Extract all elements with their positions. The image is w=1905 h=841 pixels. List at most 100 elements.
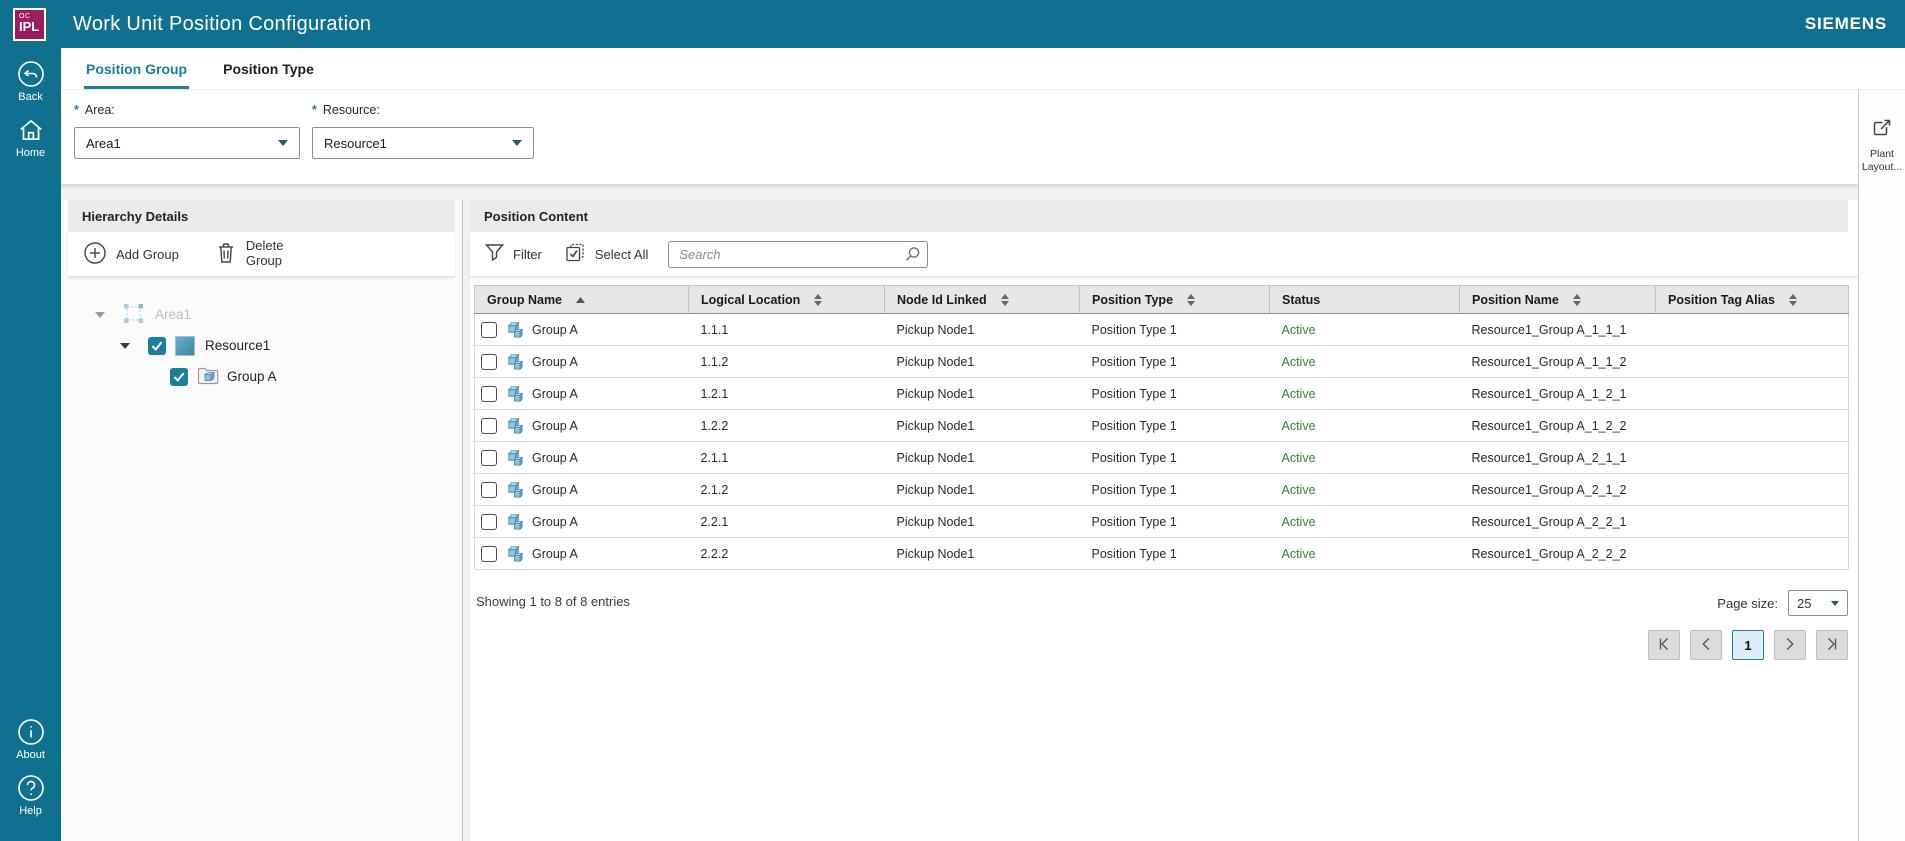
column-header[interactable]: Position Name: [1459, 285, 1656, 314]
about-button[interactable]: About: [16, 718, 45, 761]
plant-layout-label: Plant Layout...: [1861, 148, 1903, 173]
help-button[interactable]: Help: [17, 774, 45, 817]
last-page-button[interactable]: [1816, 630, 1848, 660]
column-header[interactable]: Position Type: [1079, 285, 1270, 314]
cell-logical-location: 1.1.1: [700, 322, 729, 337]
table-row[interactable]: Group A 1.2.2 Pickup Node1 Position Type 1 A…: [474, 409, 1849, 442]
resource-select[interactable]: Resource1: [312, 127, 534, 159]
home-label: Home: [15, 147, 46, 159]
tree-item-area[interactable]: Area1: [68, 299, 455, 330]
cell-position-type: Position Type 1: [1091, 354, 1177, 369]
tree-item-group[interactable]: Group A: [68, 361, 455, 392]
area-select[interactable]: Area1: [74, 127, 300, 159]
position-group-icon: [505, 480, 524, 499]
table-row[interactable]: Group A 2.2.1 Pickup Node1 Position Type 1 A…: [474, 505, 1849, 538]
row-checkbox[interactable]: [481, 481, 497, 498]
cell-group-name: Group A: [532, 322, 578, 337]
app-header: OC IPL Work Unit Position Configuration …: [0, 0, 1905, 48]
group-folder-icon: [197, 365, 219, 388]
column-label: Position Tag Alias: [1668, 292, 1775, 307]
table-row[interactable]: Group A 2.1.2 Pickup Node1 Position Type 1 A…: [474, 473, 1849, 506]
search-box: [668, 240, 929, 268]
table-row[interactable]: Group A 1.1.1 Pickup Node1 Position Type 1 A…: [474, 313, 1849, 346]
previous-page-button[interactable]: [1690, 630, 1722, 660]
area-icon: [123, 303, 144, 327]
resource-icon: [175, 335, 195, 356]
right-side-panel: Plant Layout...: [1858, 90, 1905, 841]
cell-logical-location: 1.1.2: [700, 354, 729, 369]
table-row[interactable]: Group A 1.1.2 Pickup Node1 Position Type 1 A…: [474, 345, 1849, 378]
position-content-toolbar: Filter Select All: [470, 232, 1858, 277]
row-checkbox[interactable]: [481, 353, 497, 370]
row-checkbox[interactable]: [481, 321, 497, 338]
add-group-button[interactable]: Add Group: [72, 232, 190, 276]
position-group-icon: [505, 384, 524, 403]
select-all-icon: [564, 242, 586, 267]
first-page-button[interactable]: [1648, 630, 1680, 660]
table-row[interactable]: Group A 2.2.2 Pickup Node1 Position Type 1 A…: [474, 537, 1849, 570]
tree-item-label: Area1: [155, 307, 192, 322]
required-marker: *: [74, 103, 79, 117]
column-header[interactable]: Position Tag Alias: [1655, 285, 1849, 314]
cell-position-name: Resource1_Group A_1_2_2: [1471, 418, 1627, 433]
area-select-value: Area1: [86, 135, 121, 151]
home-button[interactable]: Home: [16, 116, 45, 159]
cell-group-name: Group A: [532, 354, 578, 369]
expander-icon[interactable]: [95, 311, 105, 318]
siemens-brand: SIEMENS: [1804, 14, 1887, 33]
cell-position-type: Position Type 1: [1091, 418, 1177, 433]
cell-logical-location: 1.2.2: [700, 418, 729, 433]
resource-label: * Resource:: [312, 103, 380, 117]
help-icon: [17, 774, 45, 802]
about-label: About: [16, 749, 45, 761]
cell-position-name: Resource1_Group A_1_1_2: [1471, 354, 1627, 369]
add-group-label: Add Group: [116, 246, 179, 262]
position-content-panel: Position Content Filter Select All Searc…: [470, 200, 1858, 841]
cell-position-type: Position Type 1: [1091, 450, 1177, 465]
filter-section: * Area: Area1 * Resource: Resource1: [61, 90, 1858, 185]
status-text: Active: [1281, 482, 1316, 497]
position-group-icon: [505, 352, 524, 371]
tree-checkbox-checked[interactable]: [170, 367, 188, 386]
column-header[interactable]: Node Id Linked: [884, 285, 1080, 314]
page-size-select[interactable]: 25: [1788, 590, 1848, 616]
row-checkbox[interactable]: [481, 385, 497, 402]
trash-icon: [215, 241, 237, 268]
column-label: Position Name: [1472, 292, 1559, 307]
table-row[interactable]: Group A 2.1.1 Pickup Node1 Position Type 1 A…: [474, 441, 1849, 474]
cell-position-name: Resource1_Group A_2_2_2: [1471, 546, 1627, 561]
tab-position-type[interactable]: Position Type: [223, 48, 314, 89]
tree-item-resource[interactable]: Resource1: [68, 330, 455, 361]
column-label: Group Name: [487, 292, 563, 307]
page-title: Work Unit Position Configuration: [73, 12, 372, 35]
app-logo[interactable]: OC IPL: [13, 7, 46, 41]
column-header[interactable]: Group Name: [474, 285, 689, 314]
delete-group-button[interactable]: Delete Group: [204, 232, 303, 276]
expander-icon[interactable]: [120, 342, 130, 349]
filter-button[interactable]: Filter: [474, 232, 553, 276]
plant-layout-button[interactable]: Plant Layout...: [1860, 116, 1904, 173]
row-checkbox[interactable]: [481, 417, 497, 434]
position-group-icon: [505, 512, 524, 531]
row-checkbox[interactable]: [481, 449, 497, 466]
back-button[interactable]: Back: [17, 60, 45, 103]
cell-group-name: Group A: [532, 418, 578, 433]
table-row[interactable]: Group A 1.2.1 Pickup Node1 Position Type 1 A…: [474, 377, 1849, 410]
row-checkbox[interactable]: [481, 513, 497, 530]
next-page-button[interactable]: [1774, 630, 1806, 660]
cell-position-type: Position Type 1: [1091, 386, 1177, 401]
select-all-button[interactable]: Select All: [553, 232, 659, 276]
column-header[interactable]: Logical Location: [688, 285, 885, 314]
current-page-button[interactable]: 1: [1732, 630, 1764, 660]
cell-logical-location: 2.2.2: [700, 546, 729, 561]
tab-position-group[interactable]: Position Group: [83, 48, 190, 89]
cell-position-name: Resource1_Group A_2_2_1: [1471, 514, 1627, 529]
search-input[interactable]: [668, 240, 929, 268]
column-label: Status: [1282, 292, 1321, 307]
sort-icon: [1572, 293, 1581, 306]
tree-checkbox-checked[interactable]: [148, 336, 166, 355]
panel-divider: [462, 200, 463, 841]
row-checkbox[interactable]: [481, 545, 497, 562]
pagination: 1: [1638, 630, 1848, 660]
cell-node-id-linked: Pickup Node1: [896, 514, 975, 529]
